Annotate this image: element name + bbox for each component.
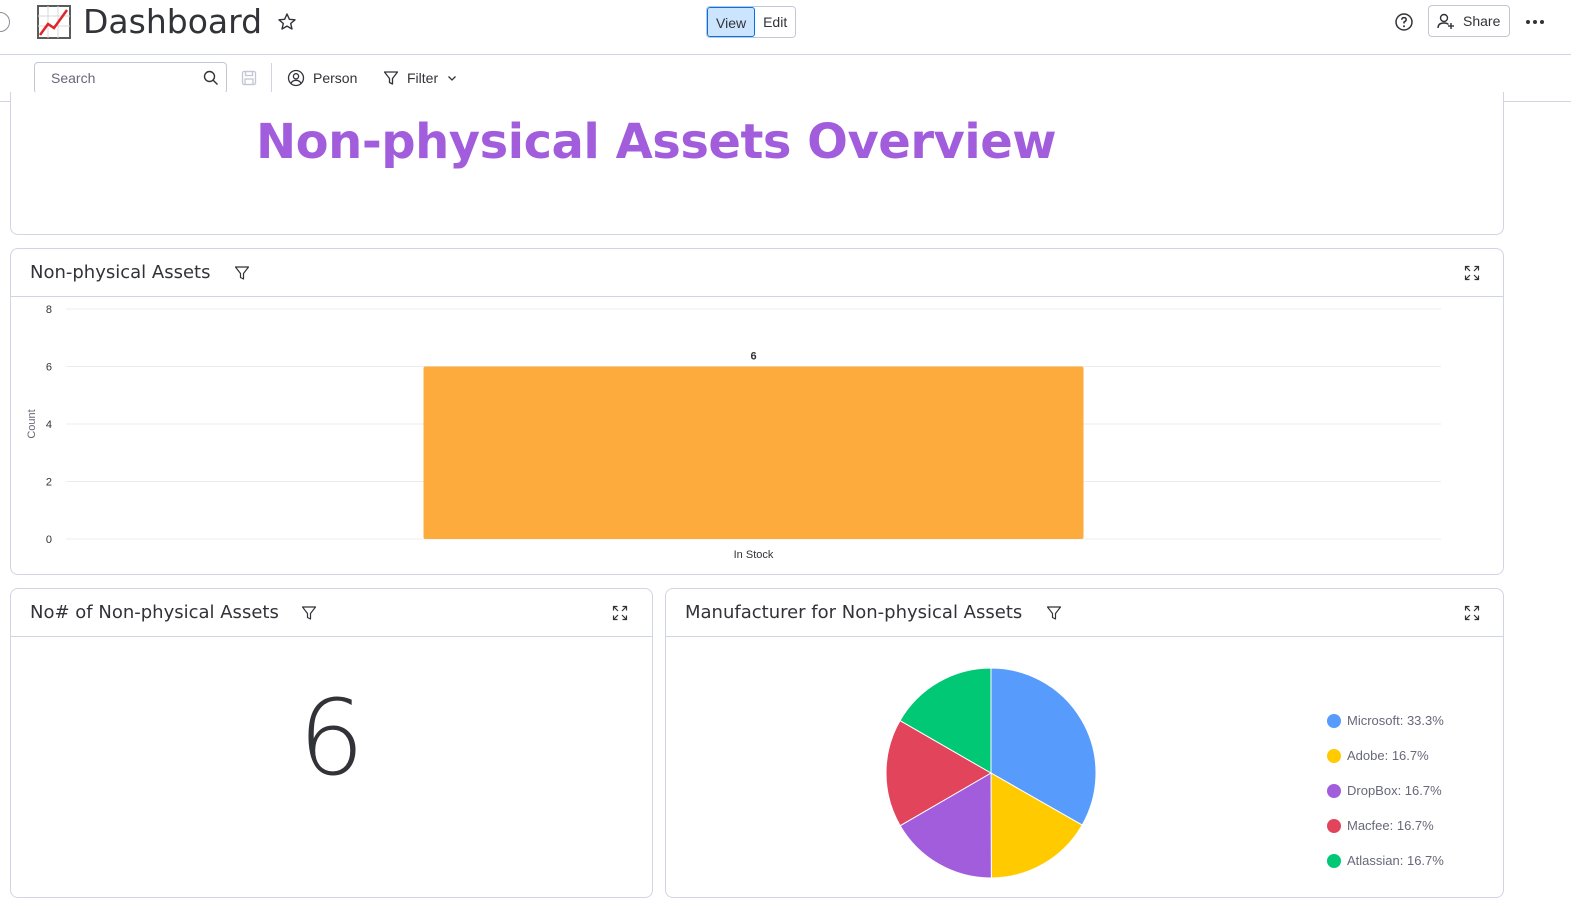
person-label: Person xyxy=(313,70,358,86)
filter-label: Filter xyxy=(407,70,439,86)
legend-label: Atlassian: 16.7% xyxy=(1347,853,1444,868)
search-input[interactable] xyxy=(35,63,200,93)
legend-label: Adobe: 16.7% xyxy=(1347,748,1429,763)
edit-button[interactable]: Edit xyxy=(755,7,796,37)
help-icon[interactable] xyxy=(1394,12,1414,32)
y-tick-label: 0 xyxy=(46,534,52,546)
legend-color-dot xyxy=(1327,783,1341,798)
legend-color-dot xyxy=(1327,748,1341,763)
share-button[interactable]: Share xyxy=(1428,5,1510,37)
view-button[interactable]: View xyxy=(707,7,756,37)
widget-title: No# of Non-physical Assets xyxy=(30,602,279,623)
view-edit-toggle: View Edit xyxy=(706,6,797,38)
number-widget: No# of Non-physical Assets 6 xyxy=(10,588,653,898)
pie-legend: Microsoft: 33.3% Adobe: 16.7% DropBox: 16.… xyxy=(1327,703,1444,878)
y-tick-label: 4 xyxy=(46,419,52,431)
legend-item[interactable]: Adobe: 16.7% xyxy=(1327,738,1444,773)
dashboard-content: Non-physical Assets Overview Non-physica… xyxy=(0,92,1571,898)
person-icon xyxy=(287,69,305,87)
pie-chart-widget: Manufacturer for Non-physical Assets Mic… xyxy=(665,588,1504,898)
bar xyxy=(423,366,1084,539)
pie-chart xyxy=(885,667,1097,879)
legend-label: Microsoft: 33.3% xyxy=(1347,713,1444,728)
legend-item[interactable]: DropBox: 16.7% xyxy=(1327,773,1444,808)
filter-icon[interactable] xyxy=(234,265,250,281)
legend-color-dot xyxy=(1327,818,1341,833)
share-label: Share xyxy=(1463,13,1501,29)
page-title: Dashboard xyxy=(83,2,263,41)
bar-chart: 0 2 4 6 8 Count 6 In Stock xyxy=(26,304,1441,561)
filter-icon[interactable] xyxy=(301,605,317,621)
top-bar: Dashboard View Edit Share xyxy=(0,0,1571,55)
add-person-icon xyxy=(1437,13,1454,29)
expand-icon[interactable] xyxy=(612,605,628,621)
chevron-down-icon xyxy=(448,76,457,81)
bar-chart-widget: Non-physical Assets 0 2 4 6 8 Count 6 In Stock xyxy=(10,248,1504,575)
widget-title: Manufacturer for Non-physical Assets xyxy=(685,602,1023,623)
legend-item[interactable]: Macfee: 16.7% xyxy=(1327,808,1444,843)
star-icon[interactable] xyxy=(277,12,297,32)
expand-icon[interactable] xyxy=(1464,605,1480,621)
legend-color-dot xyxy=(1327,713,1341,728)
legend-label: DropBox: 16.7% xyxy=(1347,783,1442,798)
bar-value-label: 6 xyxy=(750,351,756,363)
expand-icon[interactable] xyxy=(1464,265,1480,281)
filter-icon[interactable] xyxy=(1046,605,1062,621)
overview-widget: Non-physical Assets Overview xyxy=(10,92,1504,235)
collapse-panel-button[interactable] xyxy=(0,12,10,32)
overview-title: Non-physical Assets Overview xyxy=(256,114,1057,170)
legend-item[interactable]: Atlassian: 16.7% xyxy=(1327,843,1444,878)
toolbar-divider xyxy=(271,63,272,93)
search-icon[interactable] xyxy=(203,70,219,86)
y-axis-label: Count xyxy=(26,409,38,438)
widget-header: Non-physical Assets xyxy=(11,249,1503,297)
filter-button[interactable]: Filter xyxy=(383,66,458,90)
big-number-value: 6 xyxy=(298,677,365,799)
chart-increasing-icon xyxy=(37,5,71,39)
legend-color-dot xyxy=(1327,853,1341,868)
y-tick-label: 6 xyxy=(46,362,52,374)
widget-header: Manufacturer for Non-physical Assets xyxy=(666,589,1503,637)
more-options-icon[interactable] xyxy=(1524,12,1546,32)
save-icon[interactable] xyxy=(241,70,257,86)
widget-header: No# of Non-physical Assets xyxy=(11,589,652,637)
widget-title: Non-physical Assets xyxy=(30,262,211,283)
legend-label: Macfee: 16.7% xyxy=(1347,818,1434,833)
y-tick-label: 8 xyxy=(46,304,52,316)
legend-item[interactable]: Microsoft: 33.3% xyxy=(1327,703,1444,738)
y-tick-label: 2 xyxy=(46,477,52,489)
x-tick-label: In Stock xyxy=(734,549,774,561)
person-filter-button[interactable]: Person xyxy=(287,66,357,90)
search-box xyxy=(34,62,227,94)
filter-icon xyxy=(383,71,399,85)
